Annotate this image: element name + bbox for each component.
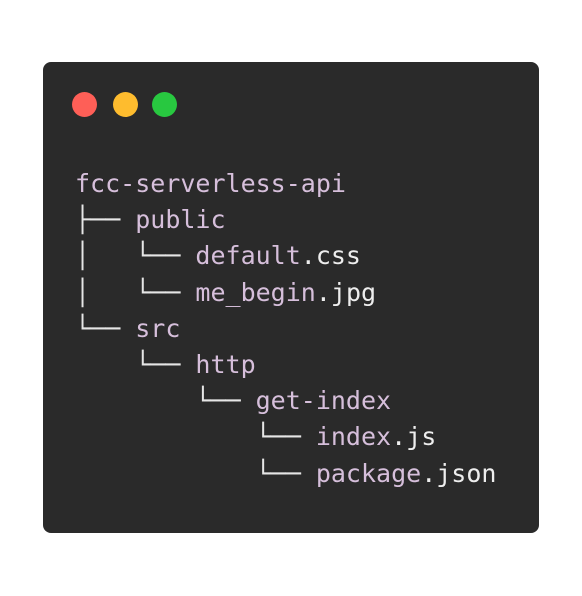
tree-line-root: fcc-serverless-api [75,166,496,202]
close-window-button[interactable] [72,92,97,117]
tree-line-me-begin-jpg: │ └── me_begin.jpg [75,275,496,311]
tree-item-ext: .jpg [315,277,377,307]
tree-line-get-index: └── get-index [75,383,496,419]
tree-line-package-json: └── package.json [75,456,497,492]
tree-item-name: me_begin [195,277,316,307]
tree-item-name: get-index [255,386,392,416]
tree-connector: └── [75,458,316,488]
tree-line-http: └── http [75,347,496,383]
terminal-window: fcc-serverless-api ├── public │ └── defaul… [43,62,539,533]
tree-connector: └── [75,349,196,379]
tree-item-name: public [135,205,226,235]
tree-item-name: src [135,313,181,343]
tree-line-index-js: └── index.js [75,419,496,455]
file-tree: fcc-serverless-api ├── public │ └── defaul… [75,166,496,492]
tree-connector: │ └── [75,277,196,307]
tree-connector: │ └── [75,241,196,271]
tree-line-public: ├── public [75,202,496,238]
minimize-window-button[interactable] [113,92,138,117]
tree-item-name: default [195,241,301,271]
tree-item-name: http [195,349,256,379]
tree-connector: ├── [75,205,136,235]
tree-connector: └── [75,313,136,343]
tree-connector: └── [75,422,316,452]
tree-connector: └── [75,386,256,416]
tree-line-src: └── src [75,311,496,347]
tree-item-name: package [315,458,422,488]
tree-item-name: fcc-serverless-api [75,169,346,198]
tree-item-ext: .css [300,241,361,271]
maximize-window-button[interactable] [152,92,177,117]
tree-item-ext: .js [391,422,437,452]
tree-line-default-css: │ └── default.css [75,238,496,274]
tree-item-ext: .json [421,458,497,488]
tree-item-name: index [315,422,392,452]
